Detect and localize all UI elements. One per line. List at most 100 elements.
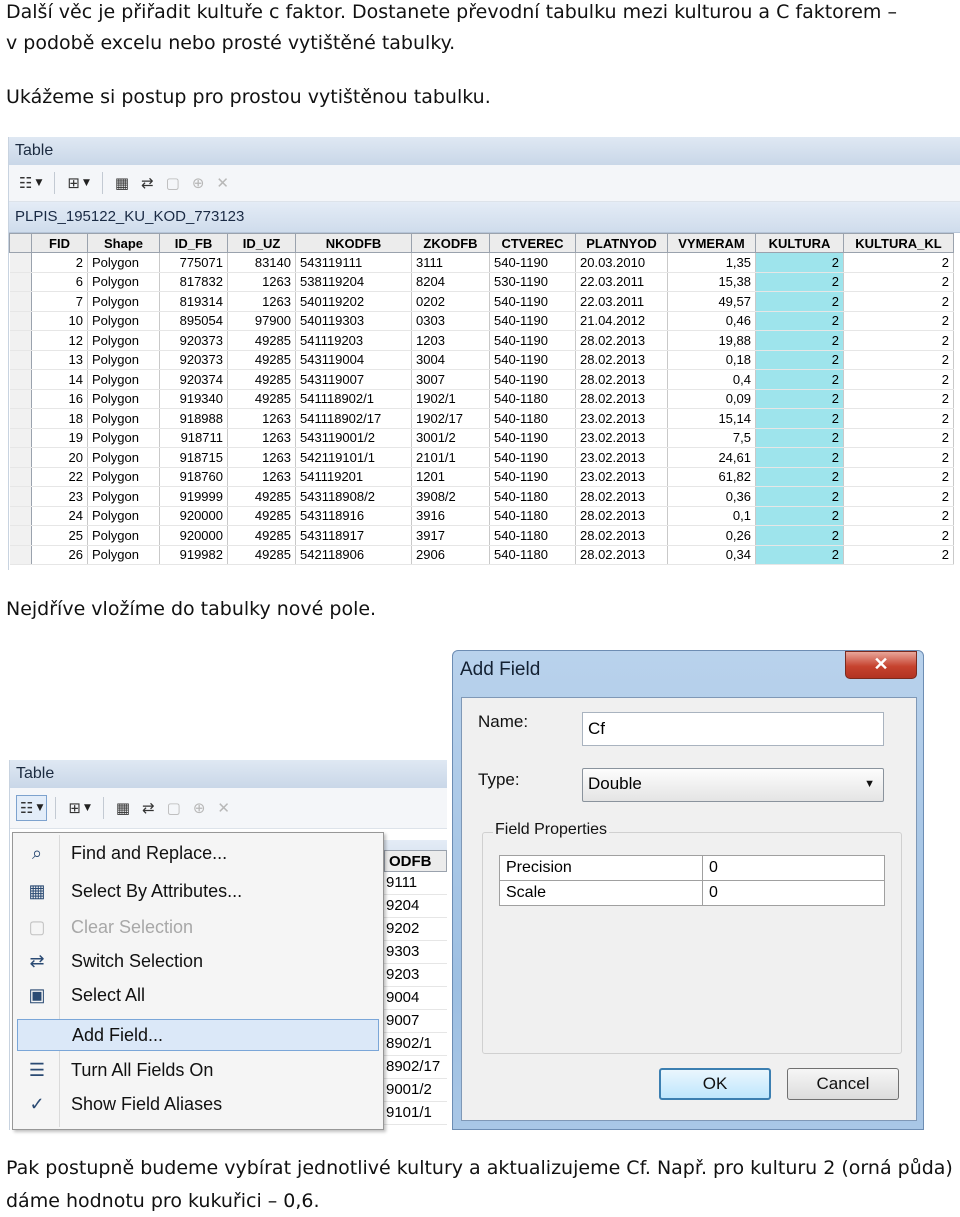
table-cell[interactable]: 2 — [843, 408, 954, 429]
menu-item-switch-selection[interactable]: ⇄ Switch Selection — [17, 945, 379, 977]
row-selector[interactable] — [9, 252, 32, 273]
table-cell[interactable]: 28.02.2013 — [575, 486, 668, 507]
table-cell[interactable]: 1263 — [227, 291, 296, 312]
zoom-to-selected-button-2[interactable]: ⊕ — [189, 795, 210, 821]
table-cell[interactable]: 920000 — [159, 525, 228, 546]
table-cell[interactable]: 49,57 — [667, 291, 756, 312]
table-cell[interactable]: 538119204 — [295, 272, 412, 292]
table-cell[interactable]: 28.02.2013 — [575, 525, 668, 546]
property-row[interactable]: Scale 0 — [499, 880, 885, 906]
table-cell[interactable]: Polygon — [87, 369, 160, 390]
table-cell[interactable]: 24,61 — [667, 447, 756, 468]
table-cell[interactable]: 2 — [755, 272, 844, 292]
table-cell[interactable]: 49285 — [227, 486, 296, 507]
table-cell[interactable]: 540-1190 — [489, 252, 576, 273]
row-selector[interactable] — [9, 467, 32, 487]
table-cell[interactable]: 83140 — [227, 252, 296, 273]
table-cell[interactable]: 1263 — [227, 467, 296, 487]
menu-item-clear-selection[interactable]: ▢ Clear Selection — [17, 911, 379, 943]
table-cell[interactable]: 22 — [31, 467, 88, 487]
table-cell[interactable]: 541119203 — [295, 330, 412, 351]
table-cell[interactable]: 2 — [31, 252, 88, 273]
table-cell[interactable]: 2 — [755, 350, 844, 370]
table-cell[interactable]: 28.02.2013 — [575, 330, 668, 351]
table-cell[interactable]: 2 — [843, 291, 954, 312]
table-cell[interactable]: 7 — [31, 291, 88, 312]
row-selector[interactable] — [9, 447, 32, 468]
related-tables-button[interactable]: ⊞ ▼ — [63, 170, 94, 196]
table-cell[interactable]: Polygon — [87, 291, 160, 312]
row-selector[interactable] — [9, 428, 32, 448]
row-selector[interactable] — [9, 389, 32, 409]
table-cell[interactable]: Polygon — [87, 428, 160, 448]
table-cell[interactable]: 1263 — [227, 447, 296, 468]
table-cell[interactable]: 2 — [843, 350, 954, 370]
table-cell[interactable]: 12 — [31, 330, 88, 351]
table-row[interactable]: 14 Polygon 920374 49285 543119007 3007 540-119… — [9, 369, 954, 390]
table-cell[interactable]: 2 — [843, 252, 954, 273]
table-cell[interactable]: 1263 — [227, 272, 296, 292]
table-cell[interactable]: 540-1190 — [489, 330, 576, 351]
table-cell[interactable]: 775071 — [159, 252, 228, 273]
table-cell[interactable]: 0303 — [411, 311, 490, 331]
table-cell[interactable]: 540-1190 — [489, 369, 576, 390]
table-cell[interactable]: 895054 — [159, 311, 228, 331]
table-row[interactable]: 24 Polygon 920000 49285 543118916 3916 540-118… — [9, 506, 954, 526]
table-cell[interactable]: 49285 — [227, 545, 296, 565]
table-cell[interactable]: Polygon — [87, 389, 160, 409]
row-selector-header[interactable] — [9, 233, 32, 253]
table-cell[interactable]: 1203 — [411, 330, 490, 351]
table-cell[interactable]: 920373 — [159, 330, 228, 351]
table-cell[interactable]: 2 — [843, 428, 954, 448]
table-cell[interactable]: 2 — [755, 545, 844, 565]
table-cell[interactable]: 22.03.2011 — [575, 272, 668, 292]
table-cell[interactable]: 1902/17 — [411, 408, 490, 429]
table-cell[interactable]: 3007 — [411, 369, 490, 390]
table-cell[interactable]: 3001/2 — [411, 428, 490, 448]
table-cell[interactable]: 16 — [31, 389, 88, 409]
clear-selection-button-2[interactable]: ▢ — [163, 795, 185, 821]
table-cell[interactable]: 540-1180 — [489, 506, 576, 526]
table-cell[interactable]: 49285 — [227, 350, 296, 370]
table-cell[interactable]: 543119111 — [295, 252, 412, 273]
table-cell[interactable]: 23.02.2013 — [575, 447, 668, 468]
row-selector[interactable] — [9, 369, 32, 390]
column-header-vymeram[interactable]: VYMERAM — [667, 233, 756, 253]
table-cell[interactable]: 2 — [843, 467, 954, 487]
table-cell[interactable]: 919982 — [159, 545, 228, 565]
column-header-id-fb[interactable]: ID_FB — [159, 233, 228, 253]
table-cell[interactable]: 819314 — [159, 291, 228, 312]
ok-button[interactable]: OK — [659, 1068, 771, 1100]
table-cell[interactable]: 543118916 — [295, 506, 412, 526]
table-cell[interactable]: 61,82 — [667, 467, 756, 487]
switch-selection-button-2[interactable]: ⇄ — [138, 795, 159, 821]
table-row[interactable]: 7 Polygon 819314 1263 540119202 0202 540-1190 2… — [9, 291, 954, 312]
table-cell[interactable]: 540-1180 — [489, 486, 576, 507]
select-by-attributes-button[interactable]: ▦ — [111, 170, 133, 196]
table-cell[interactable]: 25 — [31, 525, 88, 546]
table-cell[interactable]: 2 — [755, 369, 844, 390]
menu-item-select-by-attributes[interactable]: ▦ Select By Attributes... — [17, 875, 379, 907]
table-cell[interactable]: 2 — [843, 369, 954, 390]
table-cell[interactable]: 540-1190 — [489, 447, 576, 468]
table-cell[interactable]: 20.03.2010 — [575, 252, 668, 273]
table-cell[interactable]: 28.02.2013 — [575, 369, 668, 390]
table-cell[interactable]: 26 — [31, 545, 88, 565]
menu-item-show-field-aliases[interactable]: ✓ Show Field Aliases — [17, 1088, 379, 1120]
table-cell[interactable]: 14 — [31, 369, 88, 390]
clear-selection-button[interactable]: ▢ — [162, 170, 184, 196]
table-cell[interactable]: 2 — [755, 447, 844, 468]
column-header-zkodfb[interactable]: ZKODFB — [411, 233, 490, 253]
table-cell[interactable]: 920374 — [159, 369, 228, 390]
table-cell[interactable]: Polygon — [87, 467, 160, 487]
table-cell[interactable]: 0,26 — [667, 525, 756, 546]
table-row[interactable]: 6 Polygon 817832 1263 538119204 8204 530-1190 2… — [9, 272, 954, 292]
table-cell[interactable]: 9004 — [384, 987, 447, 1010]
table-cell[interactable]: 2 — [755, 428, 844, 448]
table-cell[interactable]: 0,18 — [667, 350, 756, 370]
table-cell[interactable]: 97900 — [227, 311, 296, 331]
table-cell[interactable]: 9202 — [384, 918, 447, 941]
column-header-fid[interactable]: FID — [31, 233, 88, 253]
menu-item-select-all[interactable]: ▣ Select All — [17, 979, 379, 1011]
table-cell[interactable]: 2 — [843, 389, 954, 409]
